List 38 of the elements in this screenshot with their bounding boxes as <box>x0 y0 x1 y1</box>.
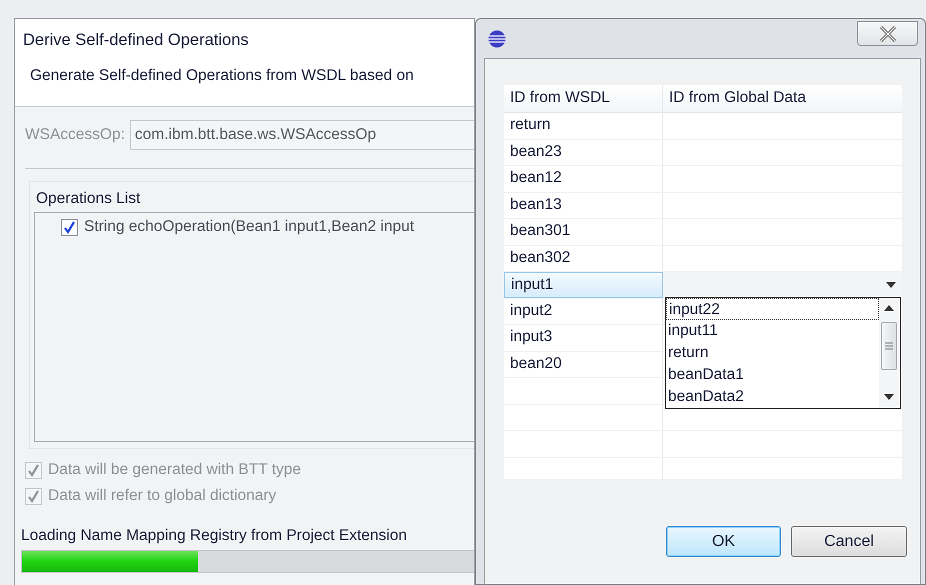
combo-box[interactable] <box>663 272 902 298</box>
table-cell[interactable]: bean23 <box>504 140 663 165</box>
scrollbar[interactable] <box>879 298 900 408</box>
table-cell[interactable]: bean12 <box>504 166 663 192</box>
checkbox[interactable] <box>61 218 78 236</box>
table-cell[interactable]: bean302 <box>504 246 663 271</box>
scrollbar-thumb[interactable] <box>881 322 897 370</box>
table-cell[interactable]: input3 <box>504 325 663 350</box>
dropdown-item[interactable]: input22 <box>666 298 879 320</box>
close-icon <box>878 26 898 42</box>
dialog-title: Derive Self-defined Operations <box>23 31 249 50</box>
option-label: Data will refer to global dictionary <box>48 487 276 505</box>
table-cell[interactable]: bean20 <box>504 352 663 377</box>
table-cell[interactable]: bean13 <box>504 192 663 218</box>
table-cell[interactable]: input1 <box>504 272 663 298</box>
scroll-up-icon[interactable] <box>884 305 894 311</box>
table-cell[interactable]: return <box>504 113 663 138</box>
dropdown-item[interactable]: beanData2 <box>666 386 879 408</box>
cancel-button[interactable]: Cancel <box>791 526 907 557</box>
dropdown-item[interactable]: input11 <box>666 320 879 342</box>
dropdown-item[interactable]: beanData1 <box>666 364 879 386</box>
column-header: ID from Global Data <box>668 88 807 108</box>
caret-icon <box>886 282 896 288</box>
field-label: WSAccessOp: <box>25 126 125 144</box>
operation-label: String echoOperation(Bean1 input1,Bean2 input <box>84 218 414 236</box>
dialog-description: Generate Self-defined Operations from WSDL based on <box>30 67 414 85</box>
grip-icon <box>885 342 893 350</box>
close-button[interactable] <box>857 21 918 46</box>
column-header: ID from WSDL <box>504 85 663 112</box>
scroll-down-icon[interactable] <box>884 394 894 400</box>
status-text: Loading Name Mapping Registry from Project Extension <box>21 527 407 545</box>
ok-button[interactable]: OK <box>666 526 781 557</box>
table-cell[interactable]: input2 <box>504 298 663 324</box>
dropdown-item[interactable]: return <box>666 342 879 364</box>
globe-icon <box>487 30 507 48</box>
group-title: Operations List <box>36 190 140 208</box>
table-cell[interactable]: bean301 <box>504 219 663 244</box>
option-label: Data will be generated with BTT type <box>48 461 302 479</box>
